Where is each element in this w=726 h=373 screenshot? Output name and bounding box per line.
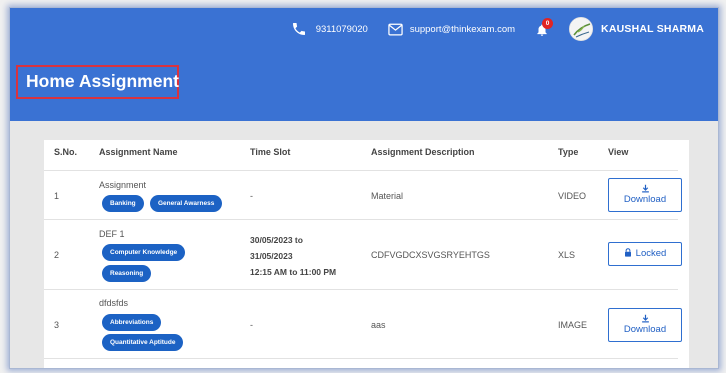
column-assignment-name: Assignment Name <box>99 147 178 157</box>
download-icon <box>641 314 649 323</box>
time-slot-hours: 12:15 AM to 11:00 PM <box>250 267 337 277</box>
assignment-description: aas <box>371 320 386 330</box>
row-divider <box>44 170 678 171</box>
lock-icon <box>624 248 631 257</box>
row-sno: 2 <box>54 250 60 260</box>
assignment-type: IMAGE <box>558 320 588 330</box>
download-label: Download <box>623 194 667 205</box>
time-slot-start: 30/05/2023 to <box>250 235 303 245</box>
time-slot: - <box>250 320 253 330</box>
row-divider <box>44 358 678 359</box>
column-type: Type <box>558 147 579 157</box>
column-sno: S.No. <box>54 147 78 157</box>
page-header: 9311079020 support@thinkexam.com 0 KAUSH… <box>10 8 718 121</box>
subject-tag: Computer Knowledge <box>102 244 186 261</box>
notifications-button[interactable]: 0 <box>535 18 554 37</box>
download-button[interactable]: Download <box>608 178 682 212</box>
email-contact[interactable]: support@thinkexam.com <box>388 23 515 36</box>
phone-icon <box>292 23 305 35</box>
assignment-description: Material <box>371 191 404 201</box>
row-sno: 1 <box>54 191 60 201</box>
assignment-name: DEF 1 <box>99 229 125 239</box>
assignment-name: dfdsfds <box>99 298 129 308</box>
subject-tag: Reasoning <box>102 265 152 282</box>
assignment-description: CDFVGDCXSVGSRYEHTGS <box>371 250 490 260</box>
assignment-name: Assignment <box>99 180 147 190</box>
avatar[interactable] <box>569 17 594 41</box>
column-description: Assignment Description <box>371 147 475 157</box>
mail-icon <box>388 23 403 35</box>
row-divider <box>44 219 678 220</box>
row-divider <box>44 289 678 290</box>
subject-tag: General Awarness <box>150 195 223 212</box>
subject-tag: Abbreviations <box>102 314 162 331</box>
assignment-type: XLS <box>558 250 576 260</box>
notification-badge: 0 <box>542 18 554 29</box>
subject-tag: Banking <box>102 195 144 212</box>
column-view: View <box>608 147 629 157</box>
column-time-slot: Time Slot <box>250 147 291 157</box>
download-button[interactable]: Download <box>608 308 682 342</box>
page-title: Home Assignment <box>26 71 179 91</box>
download-label: Download <box>623 324 667 335</box>
time-slot-end: 31/05/2023 <box>250 251 293 261</box>
time-slot: - <box>250 191 253 201</box>
phone-number: 9311079020 <box>315 23 368 35</box>
email-address: support@thinkexam.com <box>409 23 516 35</box>
avatar-image <box>570 18 593 40</box>
phone-contact[interactable]: 9311079020 <box>291 21 368 37</box>
row-sno: 3 <box>54 320 60 330</box>
time-slot: 30/05/2023 to 31/05/2023 12:15 AM to 11:… <box>250 232 336 280</box>
user-name[interactable]: KAUSHAL SHARMA <box>601 23 704 35</box>
subject-tag: Quantitative Aptitude <box>102 334 184 351</box>
top-bar: 9311079020 support@thinkexam.com 0 KAUSH… <box>291 17 704 41</box>
assignment-type: VIDEO <box>558 191 587 201</box>
locked-button[interactable]: Locked <box>608 242 682 266</box>
locked-label: Locked <box>635 248 667 259</box>
download-icon <box>641 184 649 193</box>
